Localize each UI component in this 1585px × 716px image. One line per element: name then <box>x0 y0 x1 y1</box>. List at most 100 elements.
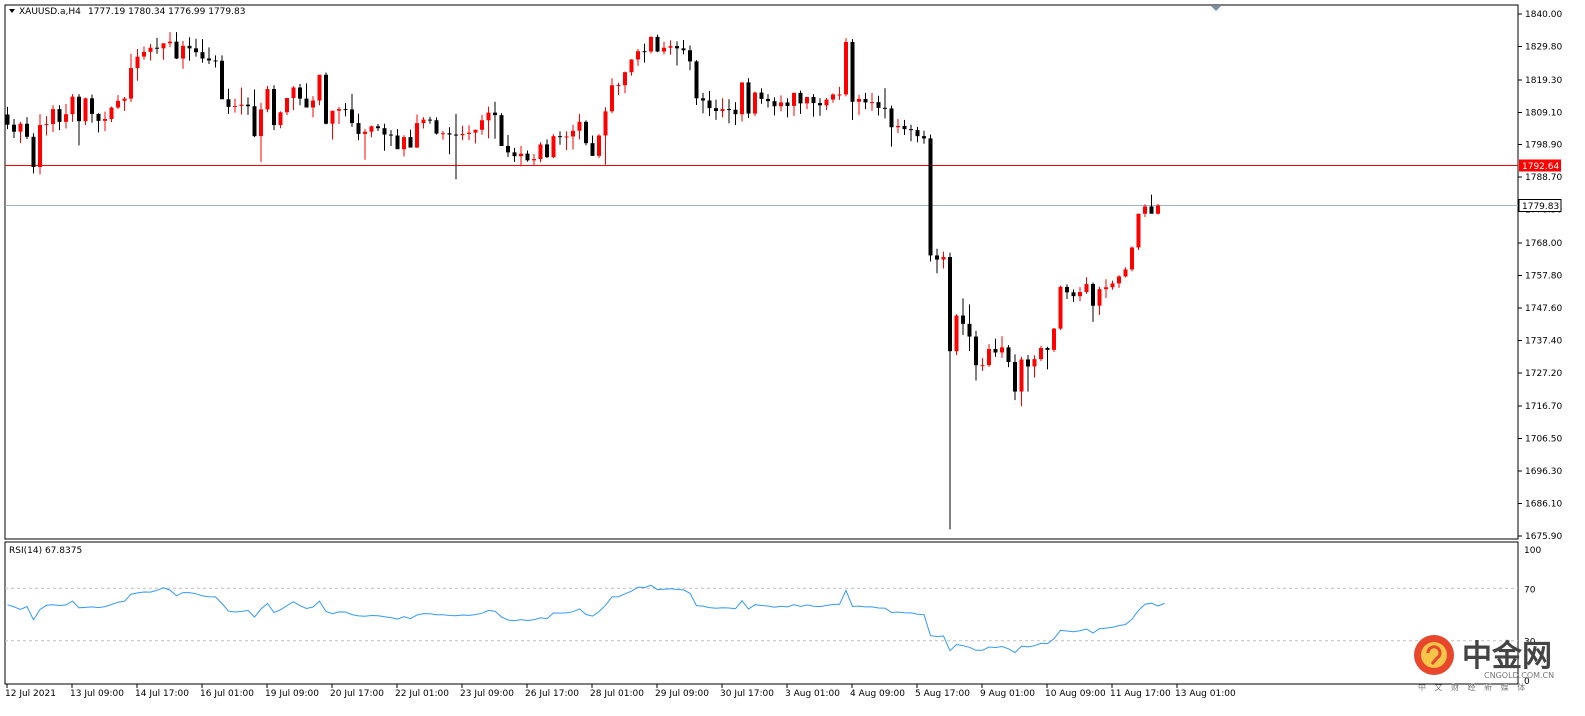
time-tick-label: 30 Jul 17:00 <box>720 689 774 699</box>
time-tick-label: 20 Jul 17:00 <box>330 689 384 699</box>
candle <box>993 338 998 357</box>
candle <box>1143 204 1147 217</box>
candle <box>1058 285 1063 330</box>
candle <box>239 87 244 115</box>
candle-body <box>259 109 263 137</box>
candle <box>935 248 939 274</box>
candle <box>122 97 127 112</box>
candle-body <box>1104 287 1108 290</box>
candle-body <box>1130 247 1134 270</box>
candle-body <box>636 51 640 60</box>
candle <box>824 97 829 111</box>
candle-body <box>96 113 101 121</box>
candle <box>1032 355 1037 378</box>
candle <box>161 43 166 60</box>
candle <box>278 111 283 129</box>
candle-body <box>1052 328 1056 350</box>
candle <box>18 121 23 144</box>
candle-body <box>811 97 816 104</box>
candle-body <box>109 107 114 119</box>
candle-body <box>194 48 198 53</box>
candle <box>51 105 55 133</box>
candle <box>330 110 335 140</box>
candle-body <box>785 102 790 106</box>
candle-body <box>519 153 523 157</box>
ohlc-readout: 1777.19 1780.34 1776.99 1779.83 <box>88 7 245 17</box>
candle-body <box>77 96 81 122</box>
candle <box>83 97 88 126</box>
candle-body <box>928 138 933 256</box>
candle <box>259 102 263 162</box>
candle-body <box>980 365 985 367</box>
price-tick-label: 1696.30 <box>1525 467 1562 477</box>
candle <box>525 150 530 162</box>
candle-body <box>1084 284 1089 293</box>
candle-body <box>584 121 588 144</box>
candle <box>96 113 101 133</box>
candle-body <box>1078 292 1082 297</box>
candle <box>493 101 497 139</box>
candle-body <box>967 323 972 337</box>
candle-body <box>857 98 861 102</box>
candle <box>551 134 556 159</box>
candle-body <box>655 36 660 52</box>
candle <box>38 114 42 175</box>
candle-body <box>181 45 185 59</box>
candle <box>759 88 764 104</box>
candle <box>1013 354 1017 401</box>
candle <box>915 126 920 143</box>
chart-canvas[interactable]: 1840.00 1829.80 1819.30 1809.10 1798.90 1788.… <box>0 0 1585 712</box>
candle-body <box>649 36 653 52</box>
candle-body <box>460 133 465 136</box>
candle <box>1039 345 1043 362</box>
candle-body <box>5 114 10 125</box>
candle-body <box>668 46 673 48</box>
candle-body <box>402 137 406 150</box>
time-tick-label: 19 Jul 09:00 <box>265 689 319 699</box>
candle-body <box>38 125 42 168</box>
candle <box>1019 356 1024 407</box>
candle <box>187 37 192 61</box>
candle <box>928 134 933 262</box>
candle-body <box>688 50 692 62</box>
candle <box>857 94 861 115</box>
candle <box>902 119 907 135</box>
candle <box>317 74 322 106</box>
candle-body <box>389 134 393 136</box>
candle <box>967 304 972 352</box>
candle-body <box>1039 348 1043 360</box>
shift-marker-icon[interactable] <box>1211 6 1221 11</box>
symbol-label: XAUUSD.a,H4 <box>19 7 81 17</box>
price-tick-label: 1819.30 <box>1525 76 1562 86</box>
candle <box>460 125 465 141</box>
candle-body <box>64 114 68 122</box>
candle-body <box>714 108 718 112</box>
candle-body <box>993 348 998 353</box>
candle <box>434 117 439 135</box>
candle-body <box>512 152 517 157</box>
candle-body <box>304 98 309 108</box>
candle-body <box>148 47 153 52</box>
candle-body <box>610 85 614 112</box>
candle <box>571 124 575 150</box>
candle <box>1130 246 1134 272</box>
time-axis: 12 Jul 2021 13 Jul 09:00 14 Jul 17:00 16 Ju… <box>5 684 1236 699</box>
candle-body <box>876 102 881 108</box>
candle <box>428 116 432 124</box>
candle <box>558 131 562 145</box>
candle <box>395 129 400 150</box>
candle-body <box>870 102 874 104</box>
candle-body <box>902 125 907 130</box>
candle-body <box>499 115 504 147</box>
price-tick-label: 1840.00 <box>1525 10 1562 20</box>
candle-body <box>447 133 452 135</box>
price-tick-label: 1716.70 <box>1525 402 1562 412</box>
candle-body <box>948 257 952 352</box>
chart-window[interactable]: 1840.00 1829.80 1819.30 1809.10 1798.90 1788.… <box>0 0 1585 712</box>
candle <box>798 90 803 114</box>
candle-body <box>532 159 536 161</box>
candle <box>766 94 770 108</box>
candle-body <box>226 99 231 107</box>
dropdown-triangle-icon[interactable] <box>9 9 15 13</box>
candle-body <box>1006 347 1011 362</box>
